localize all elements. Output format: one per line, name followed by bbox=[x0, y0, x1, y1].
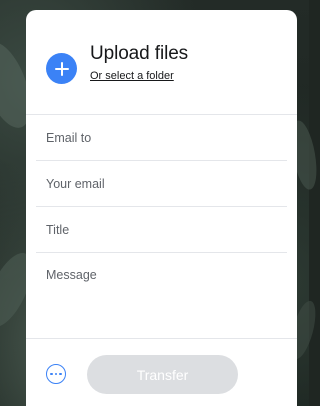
plus-icon bbox=[54, 61, 69, 76]
message-field[interactable]: Message bbox=[36, 254, 287, 338]
panel-footer: Transfer bbox=[26, 338, 297, 406]
select-folder-link[interactable]: Or select a folder bbox=[90, 70, 174, 82]
your-email-field[interactable]: Your email bbox=[36, 162, 287, 207]
upload-header: Upload files Or select a folder bbox=[26, 10, 297, 115]
upload-files-title[interactable]: Upload files bbox=[90, 43, 188, 65]
more-options-button[interactable] bbox=[46, 364, 66, 384]
add-files-button[interactable] bbox=[46, 53, 77, 84]
ellipsis-icon bbox=[50, 372, 53, 376]
email-to-field[interactable]: Email to bbox=[36, 116, 287, 161]
transfer-button[interactable]: Transfer bbox=[87, 355, 238, 394]
title-field[interactable]: Title bbox=[36, 208, 287, 253]
transfer-panel: Upload files Or select a folder Email to… bbox=[26, 10, 297, 406]
